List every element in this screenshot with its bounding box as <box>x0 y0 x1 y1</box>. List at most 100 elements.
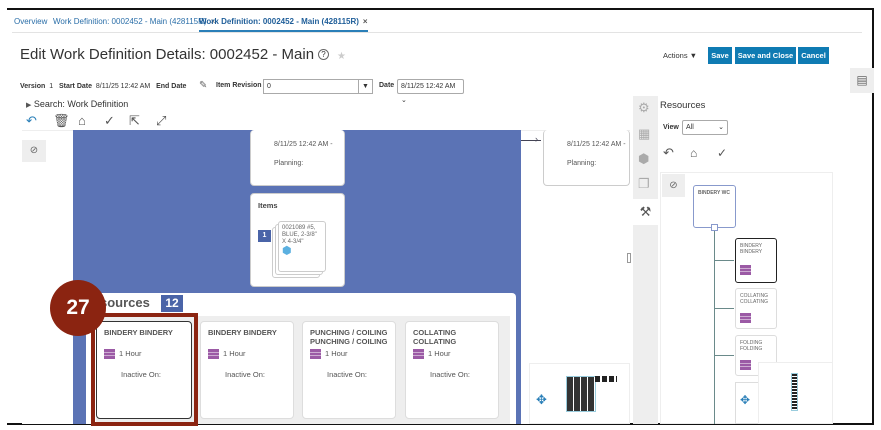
server-icon <box>208 349 219 360</box>
operation-card[interactable]: 8/11/25 12:42 AM - Planning: <box>250 130 345 186</box>
undo-icon[interactable]: ↶ <box>663 145 674 161</box>
resource-name: BINDERY BINDERY <box>208 328 277 337</box>
highlight-box <box>91 313 198 426</box>
op-date: 8/11/25 12:42 AM - <box>567 141 626 148</box>
save-and-close-button[interactable]: Save and Close <box>735 47 796 64</box>
resource-duration: 1 Hour <box>428 349 451 358</box>
view-value: All <box>686 124 694 131</box>
move-icon[interactable]: ✥ <box>536 392 547 408</box>
node-label: BINDERY BINDERY <box>740 243 763 255</box>
save-button[interactable]: Save <box>708 47 732 64</box>
server-icon <box>310 349 321 360</box>
check-circle-icon[interactable]: ✓ <box>717 146 727 160</box>
delete-icon[interactable]: 🗑 <box>53 113 70 129</box>
item-revision-value: 0 <box>267 83 271 90</box>
node-label: FOLDING FOLDING <box>740 340 763 352</box>
resource-card[interactable]: COLLATING COLLATING 1 Hour Inactive On: <box>405 321 499 419</box>
step-badge: 27 <box>50 280 106 336</box>
resource-inactive: Inactive On: <box>225 370 266 380</box>
date-label: Date <box>379 82 395 89</box>
date-value: 8/11/25 12:42 AM <box>401 83 456 90</box>
tools-icon[interactable]: ⚒ <box>633 199 658 225</box>
view-label: View <box>663 124 679 131</box>
actions-menu[interactable]: Actions ▼ <box>663 51 697 60</box>
divider <box>12 32 862 33</box>
view-select[interactable]: All ⌄ <box>682 120 728 135</box>
resource-inactive: Inactive On: <box>327 370 368 380</box>
node-label: COLLATING COLLATING <box>740 293 768 305</box>
collapse-toggle[interactable] <box>711 224 718 231</box>
resource-card[interactable]: PUNCHING / COILING PUNCHING / COILING 1 H… <box>302 321 396 419</box>
server-icon <box>740 313 751 323</box>
minimap[interactable]: ✥ <box>529 363 630 424</box>
resources-title: sources <box>100 295 150 310</box>
items-card[interactable]: Items 1 0021089 #5, BLUE, 2-3/8" X 4-3/4… <box>250 193 345 287</box>
version-label: Version <box>20 83 46 90</box>
op-date: 8/11/25 12:42 AM - <box>274 141 333 148</box>
tree-root-node[interactable]: BINDERY WC <box>693 185 736 228</box>
edit-pencil-icon[interactable]: ✎ <box>199 80 207 91</box>
start-date-value: 8/11/25 12:42 AM <box>95 83 151 90</box>
item-text: 0021089 #5, BLUE, 2-3/8" X 4-3/4" <box>282 225 317 245</box>
resource-name: PUNCHING / COILING PUNCHING / COILING <box>310 328 388 346</box>
blocks-icon[interactable]: ▦ <box>638 126 650 142</box>
server-icon <box>740 360 751 370</box>
op-planning: Planning: <box>567 160 597 167</box>
resources-count-badge: 12 <box>161 295 183 312</box>
server-icon <box>740 265 751 275</box>
expand-icon[interactable]: ⤢ <box>156 113 166 129</box>
tab-label: Work Definition: 0002452 - Main (428115R… <box>199 17 359 26</box>
tree-minimap[interactable] <box>758 362 833 424</box>
undo-icon[interactable]: ↶ <box>26 113 37 129</box>
op-planning: Planning: <box>274 160 304 167</box>
expand-triangle-icon: ▶ <box>26 102 32 109</box>
chevron-down-icon: ⌄ <box>718 124 724 131</box>
splitter-handle[interactable] <box>627 253 631 263</box>
minimap-viewport[interactable] <box>791 373 798 411</box>
arrow-head-icon: › <box>535 134 538 144</box>
search-label: Search: Work Definition <box>33 99 129 109</box>
server-icon <box>413 349 424 360</box>
resource-duration: 1 Hour <box>223 349 246 358</box>
favorite-star-icon[interactable]: ★ <box>337 51 346 62</box>
tab-work-definition-1[interactable]: Work Definition: 0002452 - Main (428115R… <box>53 17 215 26</box>
item-card[interactable]: 0021089 #5, BLUE, 2-3/8" X 4-3/4" ⬢ <box>278 221 326 272</box>
cube-icon[interactable]: ⬢ <box>638 151 649 167</box>
compass-icon[interactable]: ⊘ <box>22 140 46 162</box>
basket-icon[interactable]: ⌂ <box>690 146 697 160</box>
title-text: Edit Work Definition Details: 0002452 - … <box>20 46 315 63</box>
search-toggle[interactable]: ▶ Search: Work Definition <box>26 99 128 109</box>
resource-card[interactable]: BINDERY BINDERY 1 Hour Inactive On: <box>200 321 294 419</box>
move-icon[interactable]: ✥ <box>740 393 750 407</box>
item-cube-icon: ⬢ <box>282 245 292 257</box>
start-date-label: Start Date <box>58 83 93 90</box>
document-panel-icon[interactable]: ▤ <box>850 68 874 93</box>
tab-work-definition-2[interactable]: Work Definition: 0002452 - Main (428115R… <box>199 17 368 32</box>
export-icon[interactable]: ⇱ <box>129 113 140 129</box>
tree-line <box>714 355 734 356</box>
resource-duration: 1 Hour <box>325 349 348 358</box>
tree-node[interactable]: BINDERY BINDERY <box>735 238 777 283</box>
panel-title: Resources <box>660 100 706 111</box>
help-icon[interactable]: ? <box>318 49 330 60</box>
copies-icon[interactable]: ❐ <box>638 176 650 192</box>
gears-icon[interactable]: ⚙ <box>638 100 650 116</box>
tab-overview[interactable]: Overview <box>14 17 47 26</box>
check-circle-icon[interactable]: ✓ <box>104 113 115 129</box>
page-title: Edit Work Definition Details: 0002452 - … <box>20 46 346 63</box>
end-date-label: End Date <box>156 83 187 90</box>
dropdown-arrow-icon[interactable]: ▼ <box>358 80 372 93</box>
basket-icon[interactable]: ⌂ <box>78 113 86 128</box>
side-tab-bar <box>633 96 658 424</box>
close-icon[interactable]: × <box>363 17 368 26</box>
date-select[interactable]: 8/11/25 12:42 AM ⌄ <box>397 79 464 104</box>
items-count-badge: 1 <box>258 230 271 242</box>
cancel-button[interactable]: Cancel <box>798 47 829 64</box>
item-revision-input[interactable]: 0 ▼ <box>263 79 373 94</box>
version-value: 1 <box>49 83 54 90</box>
tree-line <box>714 260 734 261</box>
tree-node[interactable]: COLLATING COLLATING <box>735 288 777 329</box>
minimap-viewport[interactable] <box>566 376 596 412</box>
operation-card-next[interactable]: 8/11/25 12:42 AM - Planning: <box>543 130 630 186</box>
compass-icon[interactable]: ⊘ <box>662 174 685 197</box>
